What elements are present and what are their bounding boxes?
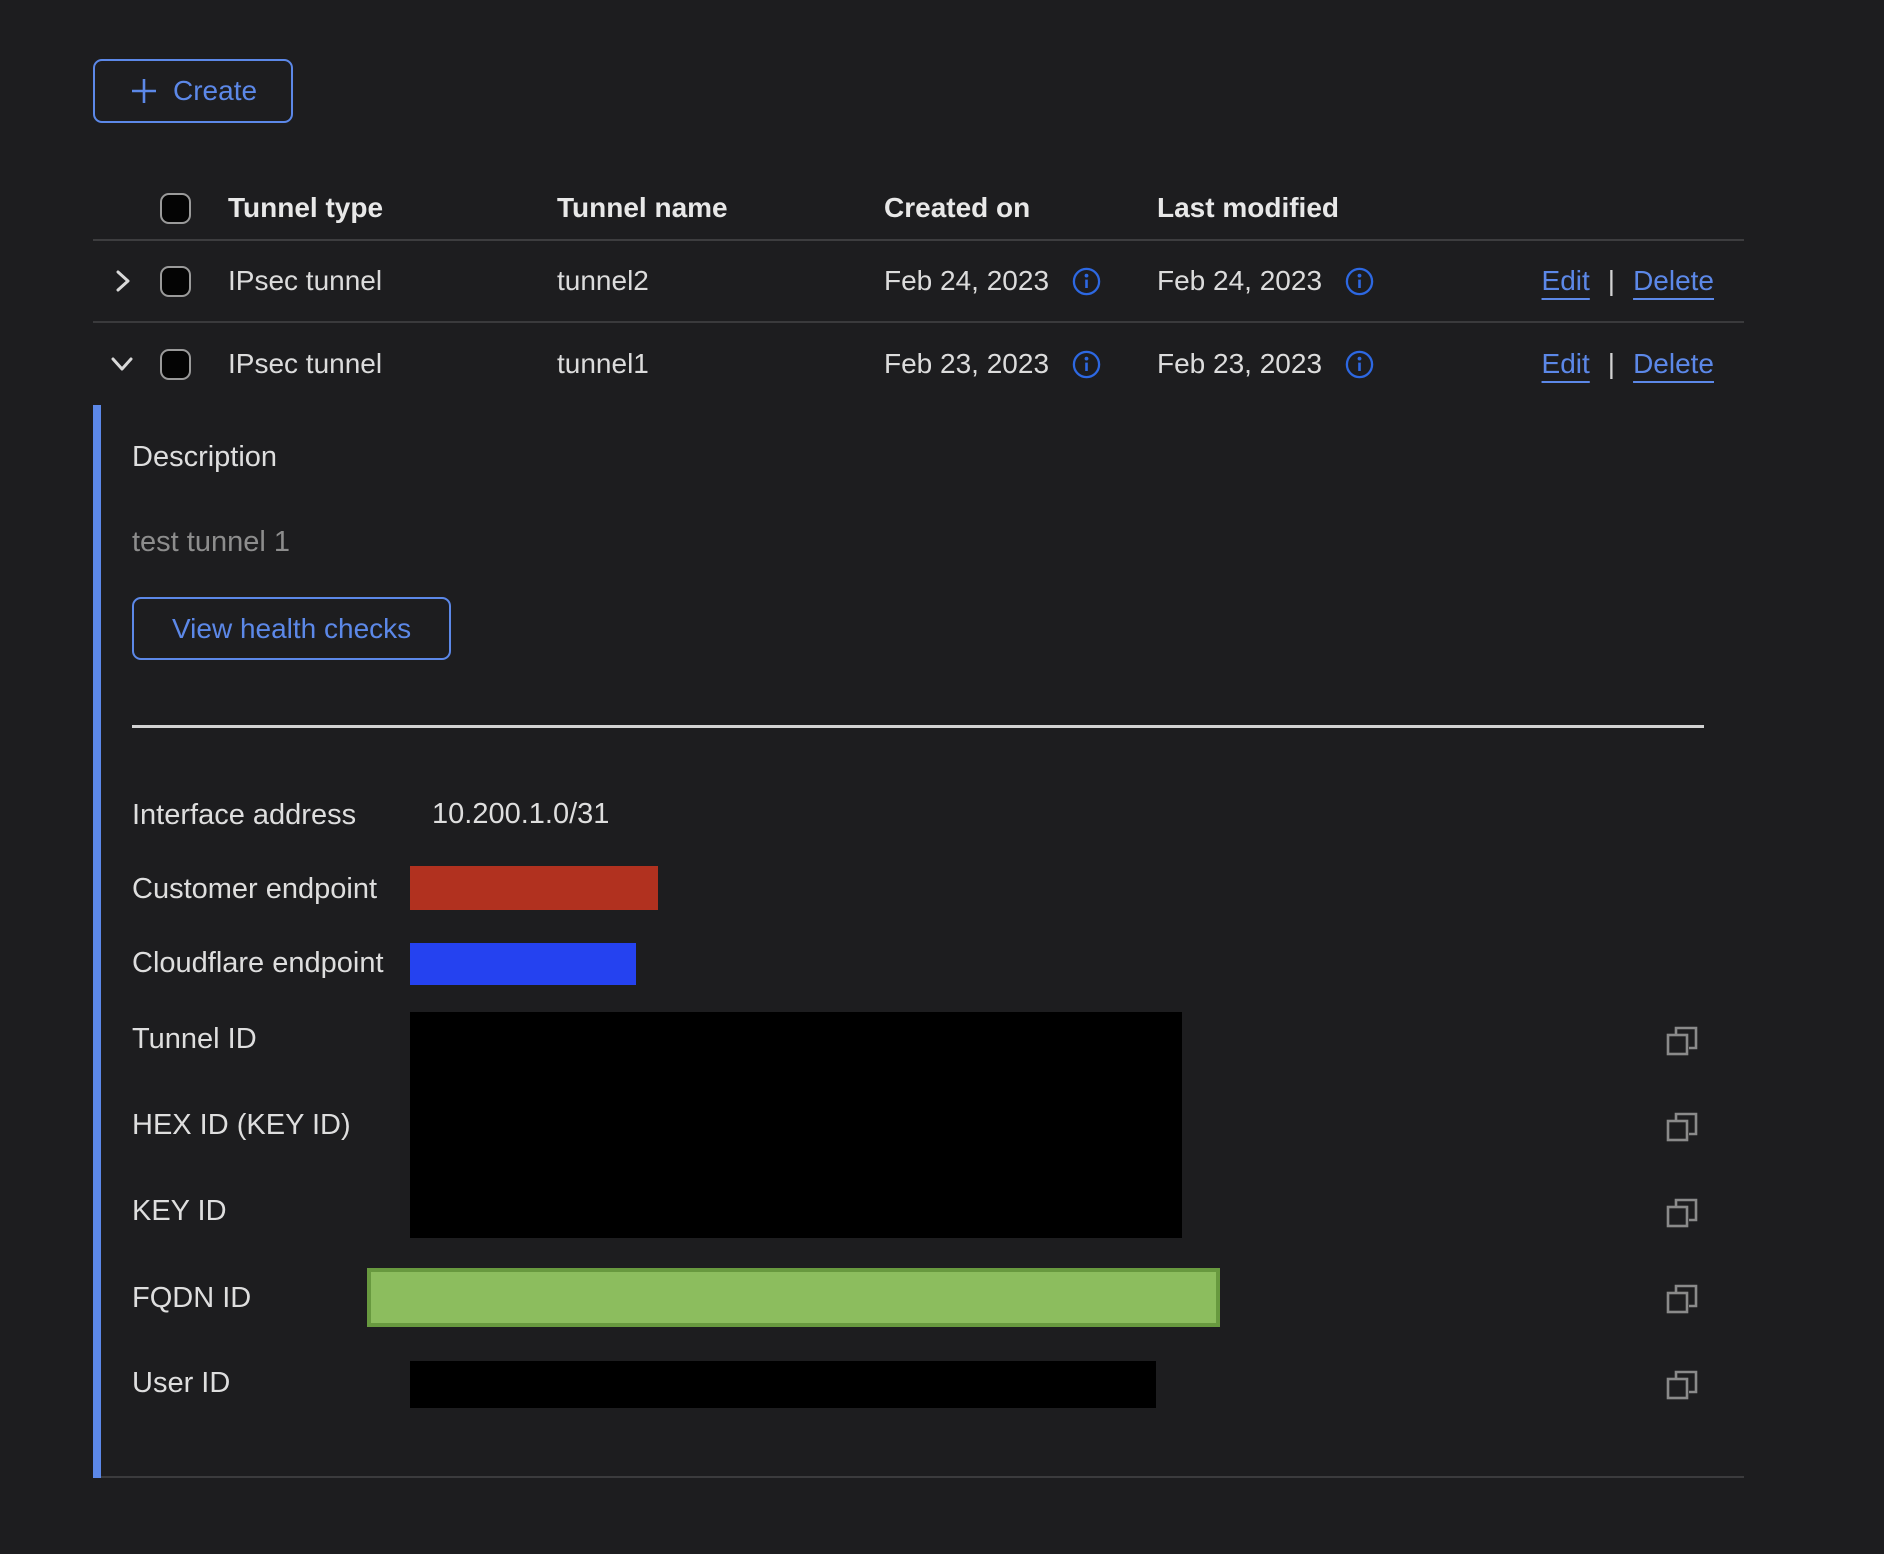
fqdn-id-label: FQDN ID [132,1281,251,1315]
table-row-tunnel2: IPsec tunnel tunnel2 Feb 24, 2023 Feb 24… [93,241,1744,323]
cell-tunnel-name: tunnel2 [557,265,884,297]
copy-icon [1664,1281,1700,1317]
row-checkbox-tunnel2[interactable] [160,266,191,297]
cell-last-modified: Feb 24, 2023 [1157,265,1322,297]
copy-hex-id-button[interactable] [1663,1108,1701,1146]
chevron-down-icon [106,348,138,380]
header-tunnel-name: Tunnel name [557,192,884,224]
header-last-modified: Last modified [1157,192,1517,224]
ids-redacted-value [410,1012,1182,1238]
interface-address-label: Interface address [132,798,356,832]
description-value: test tunnel 1 [132,526,290,559]
create-button[interactable]: Create [93,59,293,123]
cell-tunnel-type: IPsec tunnel [228,265,557,297]
actions-separator: | [1608,348,1615,380]
copy-icon [1664,1109,1700,1145]
cell-tunnel-type: IPsec tunnel [228,348,557,380]
cloudflare-endpoint-redacted-value [410,943,636,985]
tunnel-id-label: Tunnel ID [132,1022,257,1056]
info-icon[interactable] [1071,266,1102,297]
select-all-checkbox[interactable] [160,193,191,224]
customer-endpoint-redacted-value [410,866,658,910]
copy-icon [1664,1023,1700,1059]
table-row-tunnel1: IPsec tunnel tunnel1 Feb 23, 2023 Feb 23… [93,323,1744,405]
copy-key-id-button[interactable] [1663,1194,1701,1232]
copy-icon [1664,1367,1700,1403]
edit-link-tunnel1[interactable]: Edit [1542,348,1590,380]
copy-user-id-button[interactable] [1663,1366,1701,1404]
interface-address-value: 10.200.1.0/31 [432,798,609,831]
cell-tunnel-name: tunnel1 [557,348,884,380]
expanded-panel-accent-bar [93,405,101,1478]
delete-link-tunnel1[interactable]: Delete [1633,348,1714,380]
cell-created-on: Feb 24, 2023 [884,265,1049,297]
cell-last-modified: Feb 23, 2023 [1157,348,1322,380]
info-icon[interactable] [1344,349,1375,380]
view-health-checks-label: View health checks [172,613,411,645]
fqdn-id-redacted-value [367,1268,1220,1327]
cloudflare-endpoint-label: Cloudflare endpoint [132,946,384,980]
user-id-label: User ID [132,1366,230,1400]
panel-bottom-divider [101,1476,1744,1478]
table-header-row: Tunnel type Tunnel name Created on Last … [93,177,1744,241]
ipsec-tunnels-page: Create Tunnel type Tunnel name Created o… [0,0,1884,1554]
user-id-redacted-value [410,1361,1156,1408]
header-tunnel-type: Tunnel type [228,192,557,224]
plus-icon [129,76,159,106]
tunnels-table: Tunnel type Tunnel name Created on Last … [93,177,1744,405]
customer-endpoint-label: Customer endpoint [132,872,377,906]
copy-tunnel-id-button[interactable] [1663,1022,1701,1060]
row-checkbox-tunnel1[interactable] [160,349,191,380]
actions-separator: | [1608,265,1615,297]
expand-row-button[interactable] [106,265,138,297]
header-created-on: Created on [884,192,1157,224]
copy-fqdn-id-button[interactable] [1663,1280,1701,1318]
hex-id-label: HEX ID (KEY ID) [132,1108,351,1142]
view-health-checks-button[interactable]: View health checks [132,597,451,660]
create-button-label: Create [173,75,257,107]
info-icon[interactable] [1344,266,1375,297]
info-icon[interactable] [1071,349,1102,380]
collapse-row-button[interactable] [106,348,138,380]
key-id-label: KEY ID [132,1194,227,1228]
section-divider [132,725,1704,728]
chevron-right-icon [106,265,138,297]
copy-icon [1664,1195,1700,1231]
description-label: Description [132,440,277,474]
delete-link-tunnel2[interactable]: Delete [1633,265,1714,297]
edit-link-tunnel2[interactable]: Edit [1542,265,1590,297]
cell-created-on: Feb 23, 2023 [884,348,1049,380]
